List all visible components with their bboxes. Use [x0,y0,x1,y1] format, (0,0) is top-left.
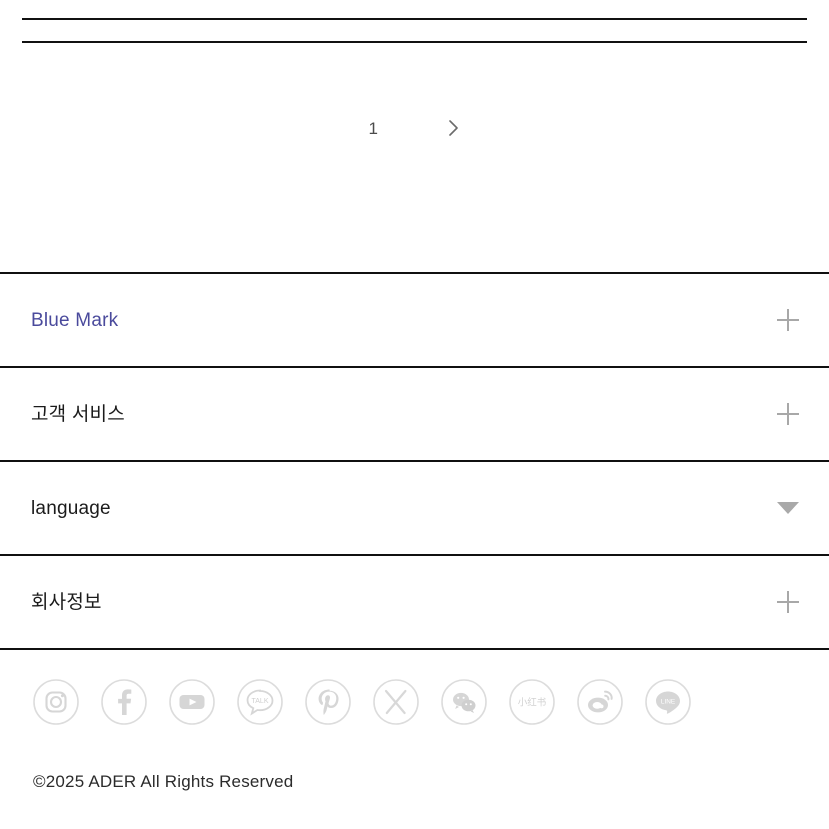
kakaotalk-icon[interactable]: TALK [237,679,283,725]
pagination-page-1[interactable]: 1 [363,116,385,141]
page-root: 1 Blue Mark 고객 서비스 language 회사정보 TALK 小红… [0,0,829,829]
kakaotalk-label: TALK [252,698,269,705]
footer-section-language[interactable]: language [0,462,829,554]
social-links: TALK 小红书 LINE [33,679,691,725]
footer-section-label: Blue Mark [31,309,119,331]
table-rule-bottom [22,41,807,43]
youtube-icon[interactable] [169,679,215,725]
facebook-icon[interactable] [101,679,147,725]
x-twitter-icon[interactable] [373,679,419,725]
xiaohongshu-icon[interactable]: 小红书 [509,679,555,725]
instagram-icon[interactable] [33,679,79,725]
footer-section-blue-mark[interactable]: Blue Mark [0,274,829,366]
line-icon[interactable]: LINE [645,679,691,725]
footer-section-label: 회사정보 [31,591,102,613]
section-divider [0,648,829,650]
plus-icon[interactable] [773,305,803,335]
table-rules [0,0,829,60]
table-rule-top [22,18,807,20]
weibo-icon[interactable] [577,679,623,725]
xiaohongshu-label: 小红书 [518,697,547,709]
line-label: LINE [661,699,675,706]
footer-section-company-info[interactable]: 회사정보 [0,556,829,648]
plus-icon[interactable] [773,587,803,617]
footer-section-customer-service[interactable]: 고객 서비스 [0,368,829,460]
footer-section-label: language [31,497,111,519]
chevron-right-icon[interactable] [440,115,466,141]
plus-icon[interactable] [773,399,803,429]
copyright-text: ©2025 ADER All Rights Reserved [33,772,294,791]
footer-section-label: 고객 서비스 [31,403,125,425]
wechat-icon[interactable] [441,679,487,725]
pagination: 1 [0,104,829,152]
footer-accordion: Blue Mark 고객 서비스 language 회사정보 [0,272,829,650]
caret-down-icon[interactable] [773,493,803,523]
pinterest-icon[interactable] [305,679,351,725]
